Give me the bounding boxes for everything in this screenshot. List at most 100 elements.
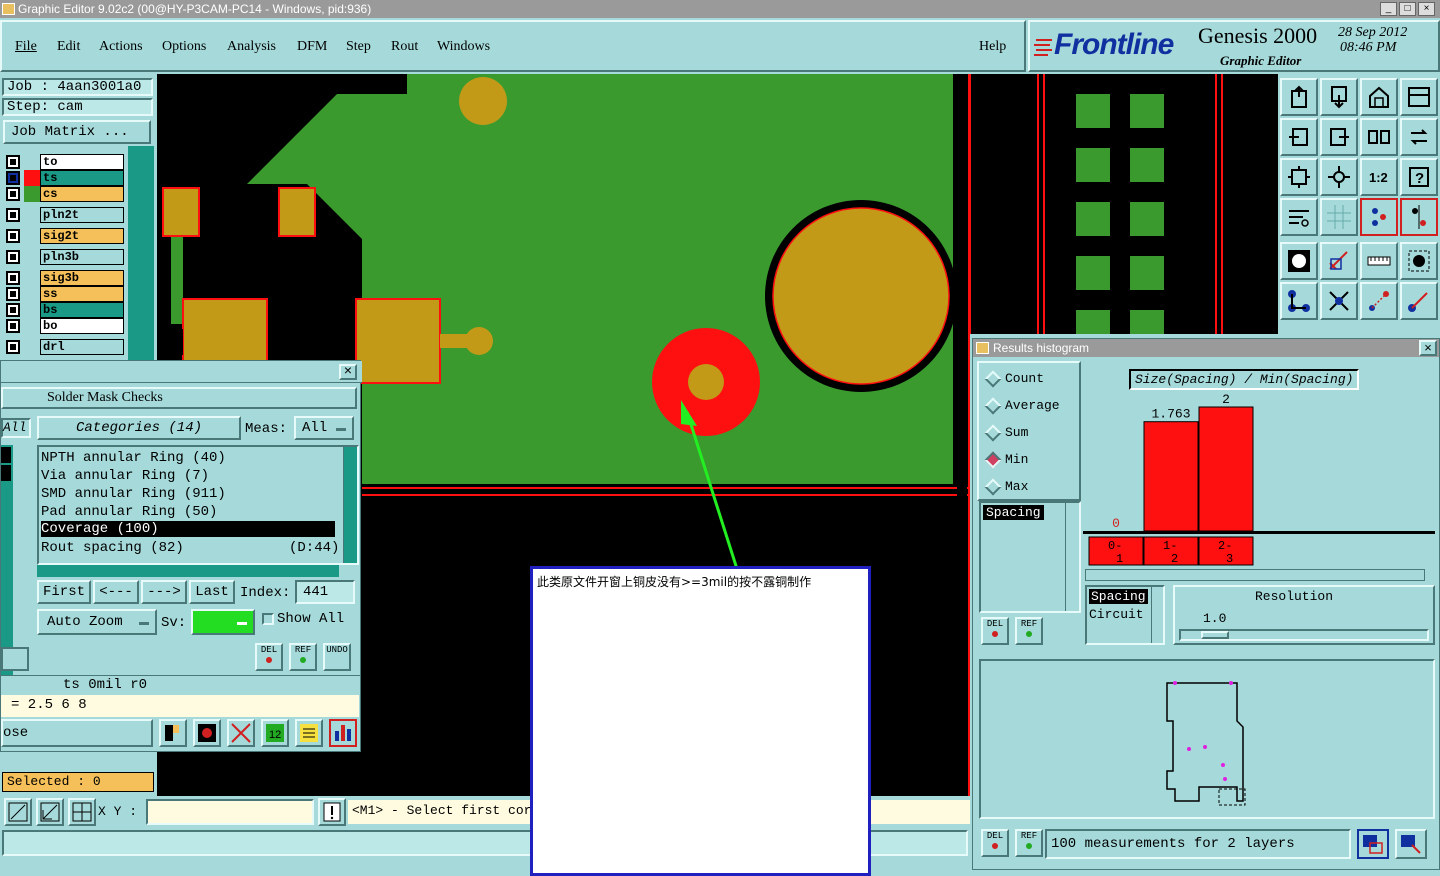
radio-average[interactable] xyxy=(984,397,1002,415)
report-icon[interactable] xyxy=(193,719,221,747)
category-row[interactable]: Pad annular Ring (50) xyxy=(41,503,217,521)
close-dialog-button[interactable]: ose xyxy=(1,719,153,747)
tool-mirror-icon[interactable] xyxy=(1360,118,1398,156)
layer-row-bs[interactable]: bs xyxy=(6,302,126,318)
layer-row-ss[interactable]: ss xyxy=(6,286,126,302)
measure-type-scrollbar[interactable] xyxy=(1151,587,1163,643)
resolution-slider-thumb[interactable] xyxy=(1201,631,1229,639)
category-list[interactable]: NPTH annular Ring (40) Via annular Ring … xyxy=(37,445,359,565)
alert-icon[interactable] xyxy=(318,798,346,826)
del-button[interactable]: DEL xyxy=(255,643,283,671)
menu-file[interactable]: File xyxy=(15,39,37,55)
dialog-close-icon[interactable]: × xyxy=(339,364,357,380)
undo-button[interactable]: UNDO xyxy=(323,643,351,671)
tool-snap-icon[interactable] xyxy=(1360,198,1398,236)
menu-windows[interactable]: Windows xyxy=(437,39,490,55)
tool-draw-icon[interactable] xyxy=(1320,242,1358,280)
canvas-right-strip[interactable] xyxy=(970,74,1278,334)
sv-color-dropdown[interactable] xyxy=(191,609,255,635)
category-row[interactable]: Via annular Ring (7) xyxy=(41,467,209,485)
menu-rout[interactable]: Rout xyxy=(391,39,418,55)
minimize-button[interactable]: _ xyxy=(1380,2,1397,16)
radio-count[interactable] xyxy=(984,370,1002,388)
layer-row-cs[interactable]: cs xyxy=(6,186,126,202)
radio-max[interactable] xyxy=(984,478,1002,496)
category-row[interactable]: Rout spacing (82) xyxy=(41,539,184,557)
menu-actions[interactable]: Actions xyxy=(99,39,143,55)
delete-ref-icon[interactable] xyxy=(227,719,255,747)
measure-type-list[interactable]: Spacing Circuit xyxy=(1085,585,1165,645)
results-close-icon[interactable]: × xyxy=(1419,340,1437,356)
maximize-button[interactable]: □ xyxy=(1399,2,1416,16)
notes-icon[interactable] xyxy=(295,719,323,747)
layer-row-pln3b[interactable]: pln3b xyxy=(6,249,126,265)
first-button[interactable]: First xyxy=(37,580,91,604)
tool-pan-icon[interactable] xyxy=(1320,158,1358,196)
tool-help-icon[interactable]: ? xyxy=(1400,158,1438,196)
grid-snap-icon[interactable] xyxy=(68,798,96,826)
measure-type-circuit[interactable]: Circuit xyxy=(1089,607,1144,622)
tool-snap-active-icon[interactable] xyxy=(1400,198,1438,236)
layer-row-to[interactable]: to xyxy=(6,154,126,170)
tool-grid-icon[interactable] xyxy=(1320,198,1358,236)
numbering-icon[interactable]: 12 xyxy=(261,719,289,747)
tool-home-icon[interactable] xyxy=(1360,78,1398,116)
last-button[interactable]: Last xyxy=(189,580,235,604)
xy-input[interactable] xyxy=(146,799,314,825)
tool-feature-icon[interactable] xyxy=(1280,242,1318,280)
layer-row-ts[interactable]: ts xyxy=(6,170,126,186)
left-dropdown-stub[interactable] xyxy=(1,647,29,671)
measure-list-item[interactable]: Spacing xyxy=(983,505,1044,520)
tool-settings-icon[interactable] xyxy=(1280,198,1318,236)
tool-move-left-icon[interactable] xyxy=(1280,118,1318,156)
chart-hscrollbar[interactable] xyxy=(1085,569,1425,581)
category-hscrollbar[interactable] xyxy=(37,565,339,577)
menu-step[interactable]: Step xyxy=(346,39,371,55)
tool-connect-icon[interactable] xyxy=(1360,282,1398,320)
radio-sum[interactable] xyxy=(984,424,1002,442)
category-row-selected[interactable]: Coverage (100) xyxy=(41,521,335,537)
tool-window-icon[interactable] xyxy=(1400,78,1438,116)
all-label[interactable]: All xyxy=(1,418,31,438)
map-del-button[interactable]: DEL xyxy=(981,829,1009,857)
measure-list-scrollbar[interactable] xyxy=(1065,503,1079,611)
close-button[interactable]: × xyxy=(1418,2,1435,16)
job-matrix-button[interactable]: Job Matrix ... xyxy=(3,120,151,144)
auto-zoom-dropdown[interactable]: Auto Zoom xyxy=(37,609,157,635)
categories-button[interactable]: Categories (14) xyxy=(37,416,241,440)
board-minimap[interactable] xyxy=(979,659,1435,819)
tool-net-icon[interactable] xyxy=(1280,282,1318,320)
zoom-to-result-icon[interactable] xyxy=(1357,829,1389,859)
resolution-slider[interactable] xyxy=(1179,629,1429,641)
histogram-icon[interactable] xyxy=(329,719,357,747)
menu-options[interactable]: Options xyxy=(162,39,206,55)
tool-link-icon[interactable] xyxy=(1400,282,1438,320)
layer-row-sig2t[interactable]: sig2t xyxy=(6,228,126,244)
tool-move-right-icon[interactable] xyxy=(1320,118,1358,156)
prev-button[interactable]: <--- xyxy=(93,580,139,604)
tool-import-icon[interactable] xyxy=(1280,78,1318,116)
results-del-button[interactable]: DEL xyxy=(981,617,1009,645)
tool-ruler-icon[interactable] xyxy=(1360,242,1398,280)
layer-row-bo[interactable]: bo xyxy=(6,318,126,334)
bookmark-icon[interactable] xyxy=(159,719,187,747)
category-row[interactable]: NPTH annular Ring (40) xyxy=(41,449,226,467)
category-scrollbar[interactable] xyxy=(343,447,357,563)
layer-row-sig3b[interactable]: sig3b xyxy=(6,270,126,286)
category-row[interactable]: SMD annular Ring (911) xyxy=(41,485,226,503)
tool-zoom-fit-icon[interactable] xyxy=(1280,158,1318,196)
measure-list[interactable]: Spacing xyxy=(979,501,1081,613)
meas-dropdown[interactable]: All xyxy=(294,416,354,440)
map-ref-button[interactable]: REF xyxy=(1015,829,1043,857)
next-button[interactable]: ---> xyxy=(141,580,187,604)
zoom-to-all-icon[interactable] xyxy=(1395,829,1427,859)
tool-export-icon[interactable] xyxy=(1320,78,1358,116)
layer-row-drl[interactable]: drl xyxy=(6,339,126,355)
menu-dfm[interactable]: DFM xyxy=(297,39,327,55)
layer-row-pln2t[interactable]: pln2t xyxy=(6,207,126,223)
tool-select-icon[interactable] xyxy=(1400,242,1438,280)
ref-button[interactable]: REF xyxy=(289,643,317,671)
tool-scale-icon[interactable]: 1:2 xyxy=(1360,158,1398,196)
measure-type-spacing[interactable]: Spacing xyxy=(1089,589,1148,604)
tool-rotate-icon[interactable] xyxy=(1400,118,1438,156)
